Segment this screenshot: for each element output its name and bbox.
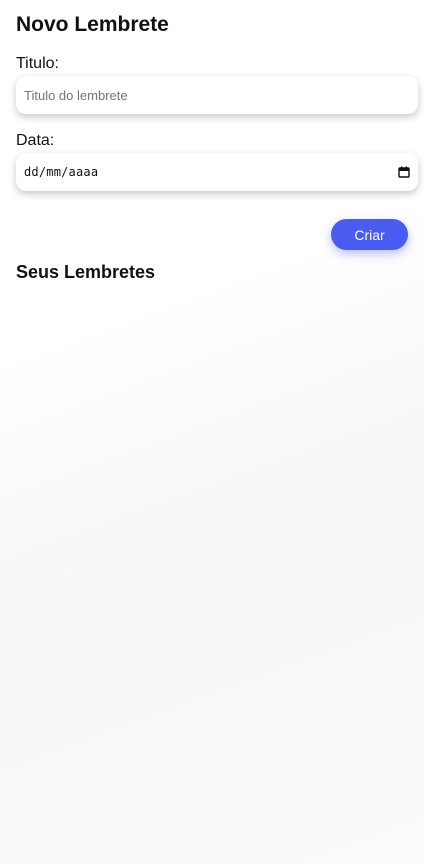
reminder-list [16, 292, 408, 832]
date-input-placeholder: dd/mm/aaaa [24, 165, 99, 179]
create-reminder-button[interactable]: Criar [331, 219, 408, 250]
title-input[interactable] [16, 76, 418, 114]
reminder-page: Novo Lembrete Titulo: Data: dd/mm/aaaa C… [0, 0, 424, 864]
calendar-icon[interactable] [398, 166, 410, 178]
title-field-label: Titulo: [16, 55, 59, 72]
date-input[interactable]: dd/mm/aaaa [16, 153, 418, 191]
new-reminder-title: Novo Lembrete [16, 13, 169, 36]
date-field-label: Data: [16, 132, 55, 149]
your-reminders-title: Seus Lembretes [16, 262, 156, 282]
